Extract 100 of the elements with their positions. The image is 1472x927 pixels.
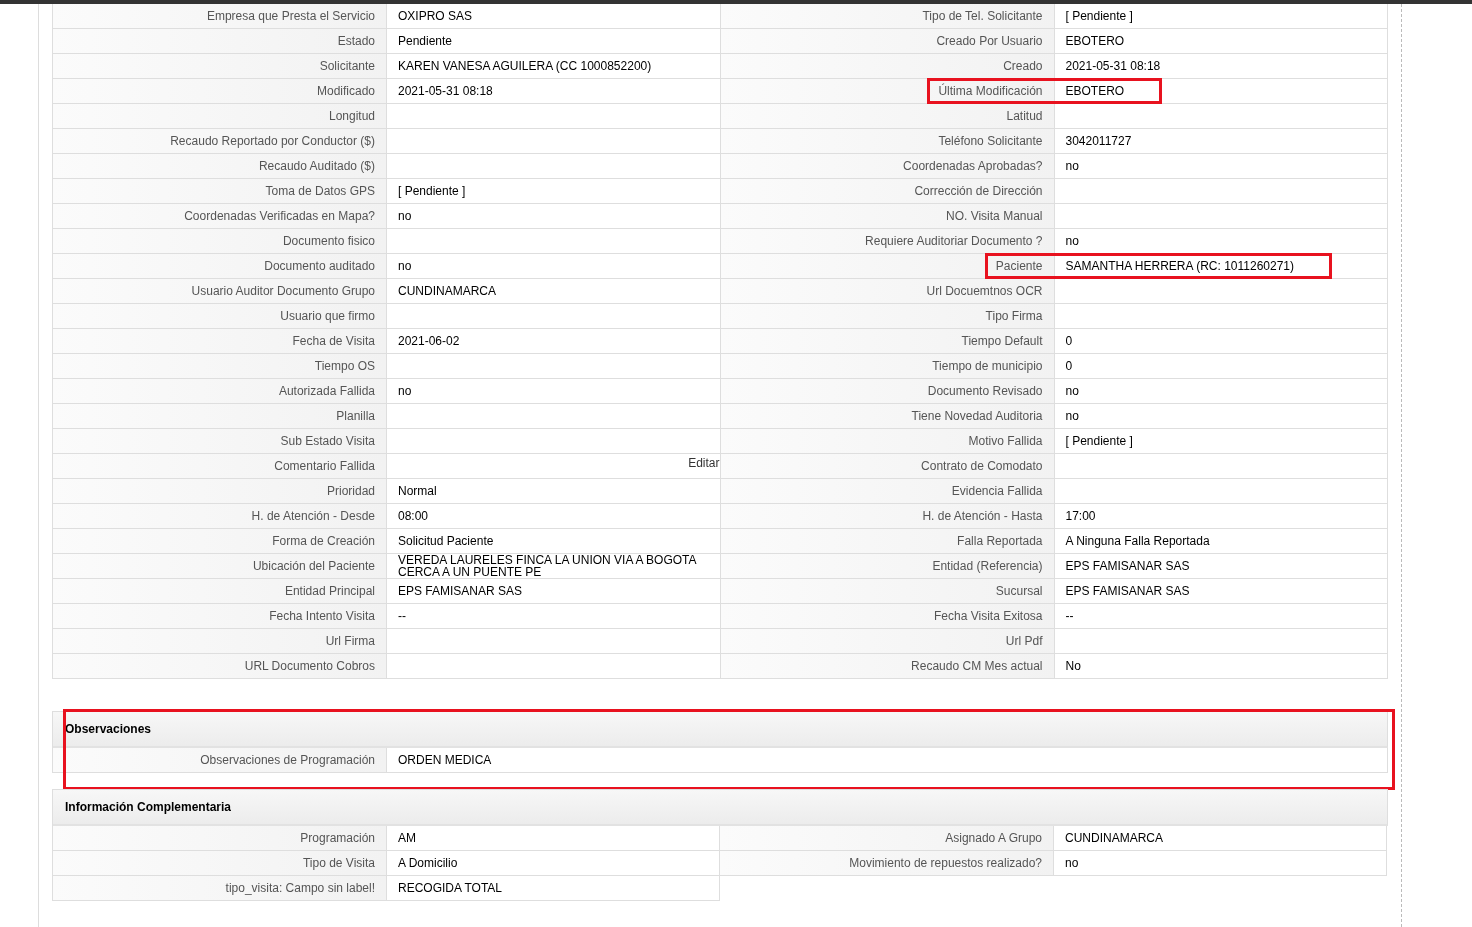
- field-value: ORDEN MEDICA: [387, 748, 1388, 773]
- field-label: Documento fisico: [282, 233, 375, 250]
- field-label: Entidad (Referencia): [932, 558, 1043, 575]
- field-label: Motivo Fallida: [968, 433, 1043, 450]
- field-value: AM: [387, 826, 720, 851]
- field-label: Tipo de Tel. Solicitante: [922, 8, 1043, 25]
- field-label: URL Documento Cobros: [244, 658, 375, 675]
- field-label: Contrato de Comodato: [921, 458, 1043, 475]
- field-value: Pendiente: [387, 29, 721, 54]
- field-value: VEREDA LAURELES FINCA LA UNION VIA A BOGOTA CERCA A UN PUENTE PE: [387, 554, 721, 579]
- field-label: Asignado A Grupo: [945, 830, 1042, 847]
- field-label: Paciente: [995, 258, 1043, 275]
- field-label: Usuario que firmo: [280, 308, 375, 325]
- field-value: 08:00: [387, 504, 721, 529]
- field-label: Recaudo Reportado por Conductor ($): [170, 133, 375, 150]
- field-label: Fecha Intento Visita: [269, 608, 375, 625]
- field-label: Modificado: [316, 83, 375, 100]
- field-value: OXIPRO SAS: [387, 4, 721, 29]
- field-label: Solicitante: [319, 58, 375, 75]
- field-label: H. de Atención - Desde: [251, 508, 375, 525]
- field-label: Falla Reportada: [957, 533, 1043, 550]
- field-label: Usuario Auditor Documento Grupo: [191, 283, 375, 300]
- field-label: Tipo Firma: [985, 308, 1043, 325]
- field-value: 2021-05-31 08:18: [387, 79, 721, 104]
- field-value: RECOGIDA TOTAL: [387, 876, 720, 901]
- field-label: Observaciones de Programación: [200, 752, 375, 769]
- field-label: Documento auditado: [264, 258, 375, 275]
- field-value: Solicitud Paciente: [387, 529, 721, 554]
- field-label: Sucursal: [995, 583, 1043, 600]
- field-value: 2021-06-02: [387, 329, 721, 354]
- field-label: Url Pdf: [1005, 633, 1043, 650]
- field-value: --: [387, 604, 721, 629]
- field-label: Requiere Auditoriar Documento ?: [865, 233, 1043, 250]
- field-label: Estado: [337, 33, 375, 50]
- field-label: Autorizada Fallida: [278, 383, 375, 400]
- field-value: [ Pendiente ]: [1054, 429, 1388, 454]
- field-value: 17:00: [1054, 504, 1388, 529]
- field-value: [ Pendiente ]: [1054, 4, 1388, 29]
- field-label: Longitud: [328, 108, 375, 125]
- field-label: Recaudo CM Mes actual: [911, 658, 1043, 675]
- field-label: Sub Estado Visita: [280, 433, 375, 450]
- field-label: Última Modificación: [938, 82, 1043, 100]
- field-label: Programación: [300, 830, 375, 847]
- field-label: Tiempo de municipio: [932, 358, 1043, 375]
- field-label: NO. Visita Manual: [946, 208, 1043, 225]
- field-label: Url Docuemtnos OCR: [926, 283, 1043, 300]
- field-label: Toma de Datos GPS: [265, 183, 375, 200]
- field-label: Url Firma: [325, 633, 375, 650]
- field-label: H. de Atención - Hasta: [922, 508, 1043, 525]
- field-label: Creado Por Usuario: [936, 33, 1043, 50]
- field-label: Fecha Visita Exitosa: [934, 608, 1043, 625]
- field-label: Latitud: [1006, 108, 1043, 125]
- field-value: no: [1054, 404, 1388, 429]
- field-value: EPS FAMISANAR SAS: [1054, 554, 1388, 579]
- field-value: CUNDINAMARCA: [1054, 826, 1387, 851]
- field-value: [ Pendiente ]: [387, 179, 721, 204]
- panel-title: Información Complementaria: [65, 799, 232, 816]
- field-value: no: [387, 379, 721, 404]
- field-label: tipo_visita: Campo sin label!: [225, 880, 375, 897]
- field-label: Forma de Creación: [272, 533, 375, 550]
- field-label: Coordenadas Aprobadas?: [903, 158, 1043, 175]
- field-value: --: [1054, 604, 1388, 629]
- field-label: Tipo de Visita: [302, 855, 375, 872]
- field-label: Documento Revisado: [927, 383, 1043, 400]
- field-label: Planilla: [336, 408, 375, 425]
- field-label: Creado: [1003, 58, 1043, 75]
- field-label: Comentario Fallida: [274, 458, 375, 475]
- field-label: Evidencia Fallida: [951, 483, 1043, 500]
- field-value: No: [1054, 654, 1388, 679]
- field-value: EPS FAMISANAR SAS: [387, 579, 721, 604]
- field-value: no: [1054, 154, 1388, 179]
- panel-title: Observaciones: [65, 721, 152, 738]
- field-label: Empresa que Presta el Servicio: [206, 8, 375, 25]
- field-value: no: [1054, 851, 1387, 876]
- field-label: Ubicación del Paciente: [252, 558, 375, 575]
- field-label: Tiene Novedad Auditoria: [911, 408, 1043, 425]
- field-label: Tiempo OS: [314, 358, 375, 375]
- field-label: Coordenadas Verificadas en Mapa?: [184, 208, 375, 225]
- field-label: Teléfono Solicitante: [938, 133, 1043, 150]
- field-value: CUNDINAMARCA: [387, 279, 721, 304]
- field-value: no: [387, 204, 721, 229]
- field-value: no: [1054, 379, 1388, 404]
- field-value: no: [387, 254, 721, 279]
- field-label: Fecha de Visita: [292, 333, 375, 350]
- field-value: 3042011727: [1054, 129, 1388, 154]
- edit-link[interactable]: Editar: [688, 454, 720, 472]
- field-value: Normal: [387, 479, 721, 504]
- field-value: 0: [1054, 329, 1388, 354]
- field-label: Entidad Principal: [284, 583, 375, 600]
- field-value: 0: [1054, 354, 1388, 379]
- field-label: Corrección de Dirección: [914, 183, 1043, 200]
- field-label: Recaudo Auditado ($): [258, 158, 375, 175]
- field-value: KAREN VANESA AGUILERA (CC 1000852200): [387, 54, 721, 79]
- field-value: EPS FAMISANAR SAS: [1054, 579, 1388, 604]
- field-label: Tiempo Default: [961, 333, 1043, 350]
- field-value: A Ninguna Falla Reportada: [1054, 529, 1388, 554]
- field-label: Movimiento de repuestos realizado?: [849, 855, 1042, 872]
- field-value: EBOTERO: [1054, 29, 1388, 54]
- field-value: A Domicilio: [387, 851, 720, 876]
- field-label: Prioridad: [326, 483, 375, 500]
